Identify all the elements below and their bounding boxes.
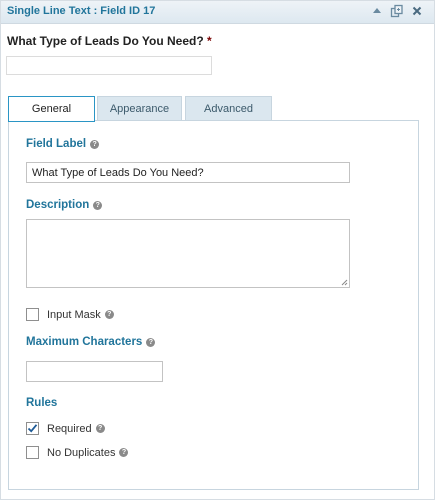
tab-general[interactable]: General <box>8 96 95 122</box>
field-title: Single Line Text : Field ID 17 <box>7 5 156 17</box>
field-label-heading-text: Field Label <box>26 138 87 150</box>
tab-advanced[interactable]: Advanced <box>185 96 272 120</box>
help-icon[interactable]: ? <box>90 140 100 149</box>
help-icon[interactable]: ? <box>93 201 103 210</box>
help-icon[interactable]: ? <box>104 310 114 319</box>
preview-label-text: What Type of Leads Do You Need? <box>7 34 204 48</box>
resize-handle-icon[interactable] <box>341 279 348 286</box>
description-textarea[interactable] <box>26 219 350 288</box>
help-icon[interactable]: ? <box>95 424 105 433</box>
input-mask-checkbox[interactable] <box>26 308 39 321</box>
no-duplicates-label: No Duplicates <box>47 446 116 459</box>
max-characters-heading: Maximum Characters? <box>26 336 156 348</box>
help-icon[interactable]: ? <box>119 448 129 457</box>
title-bar-actions <box>370 4 424 18</box>
field-label-input[interactable] <box>26 162 350 183</box>
max-characters-heading-text: Maximum Characters <box>26 336 143 348</box>
field-preview-input[interactable] <box>6 56 212 75</box>
field-label-heading: Field Label? <box>26 138 100 150</box>
input-mask-row: Input Mask? <box>26 308 114 321</box>
input-mask-label: Input Mask <box>47 308 101 321</box>
help-icon[interactable]: ? <box>146 338 156 347</box>
no-duplicates-row: No Duplicates? <box>26 446 129 459</box>
description-heading: Description? <box>26 199 103 211</box>
checkmark-icon <box>27 424 38 433</box>
general-tab-content: Field Label? Description? Input Mask? Ma… <box>8 120 419 490</box>
duplicate-icon[interactable] <box>390 4 404 18</box>
field-settings-panel: Single Line Text : Field ID 17 What Type… <box>0 0 435 500</box>
description-heading-text: Description <box>26 199 90 211</box>
required-asterisk: * <box>207 34 212 48</box>
collapse-arrow-icon[interactable] <box>370 4 384 18</box>
required-checkbox[interactable] <box>26 422 39 435</box>
max-characters-input[interactable] <box>26 361 163 382</box>
field-preview-label: What Type of Leads Do You Need? * <box>7 34 212 48</box>
field-title-bar: Single Line Text : Field ID 17 <box>1 1 434 24</box>
close-icon[interactable] <box>410 4 424 18</box>
required-label: Required <box>47 422 92 435</box>
no-duplicates-checkbox[interactable] <box>26 446 39 459</box>
tab-appearance[interactable]: Appearance <box>97 96 182 120</box>
rules-heading: Rules <box>26 397 58 409</box>
required-row: Required? <box>26 422 105 435</box>
